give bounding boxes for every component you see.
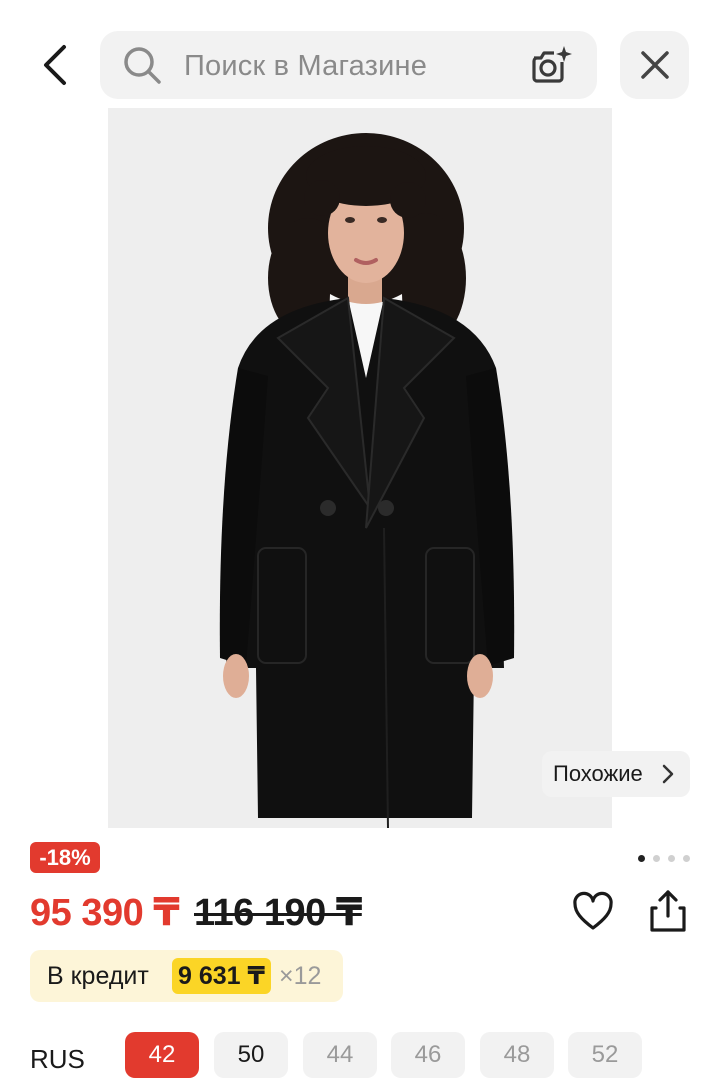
back-button[interactable] [30, 40, 80, 90]
similar-label: Похожие [553, 761, 643, 786]
search-placeholder: Поиск в Магазине [184, 50, 428, 82]
gallery-dot[interactable] [653, 855, 660, 862]
credit-multiplier: ×12 [279, 962, 322, 990]
close-icon [640, 51, 669, 79]
credit-monthly-amount: 9 631 ₸ [172, 958, 271, 994]
current-price: 95 390 ₸ [30, 892, 180, 934]
gallery-dot-active[interactable] [638, 855, 645, 862]
gallery-pagination [638, 855, 690, 862]
size-option[interactable]: 50 [214, 1032, 288, 1078]
heart-icon[interactable] [571, 890, 615, 934]
credit-offer[interactable]: В кредит 9 631 ₸ ×12 [30, 950, 343, 1002]
size-option[interactable]: 48 [480, 1032, 554, 1078]
share-icon[interactable] [646, 888, 690, 934]
discount-badge: -18% [30, 842, 100, 873]
size-system-label: RUS [30, 1044, 85, 1074]
search-input[interactable]: Поиск в Магазине [100, 31, 597, 99]
size-option[interactable]: 46 [391, 1032, 465, 1078]
product-photo[interactable] [108, 108, 612, 828]
size-option[interactable]: 44 [303, 1032, 377, 1078]
credit-label: В кредит [47, 962, 149, 990]
search-icon [124, 47, 161, 84]
top-bar: Поиск в Магазине [0, 0, 720, 108]
old-price: 116 190 ₸ [194, 892, 362, 934]
size-option[interactable]: 52 [568, 1032, 642, 1078]
size-selector: RUS 42 50 44 46 48 52 [0, 1030, 720, 1078]
similar-products-button[interactable]: Похожие [542, 751, 690, 797]
gallery-dot[interactable] [668, 855, 675, 862]
chevron-right-icon [662, 764, 674, 784]
chevron-left-icon [44, 45, 66, 85]
model-in-black-coat-image [108, 108, 612, 828]
gallery-dot[interactable] [683, 855, 690, 862]
camera-search-icon[interactable] [528, 44, 572, 86]
close-button[interactable] [620, 31, 689, 99]
size-option[interactable]: 42 [125, 1032, 199, 1078]
